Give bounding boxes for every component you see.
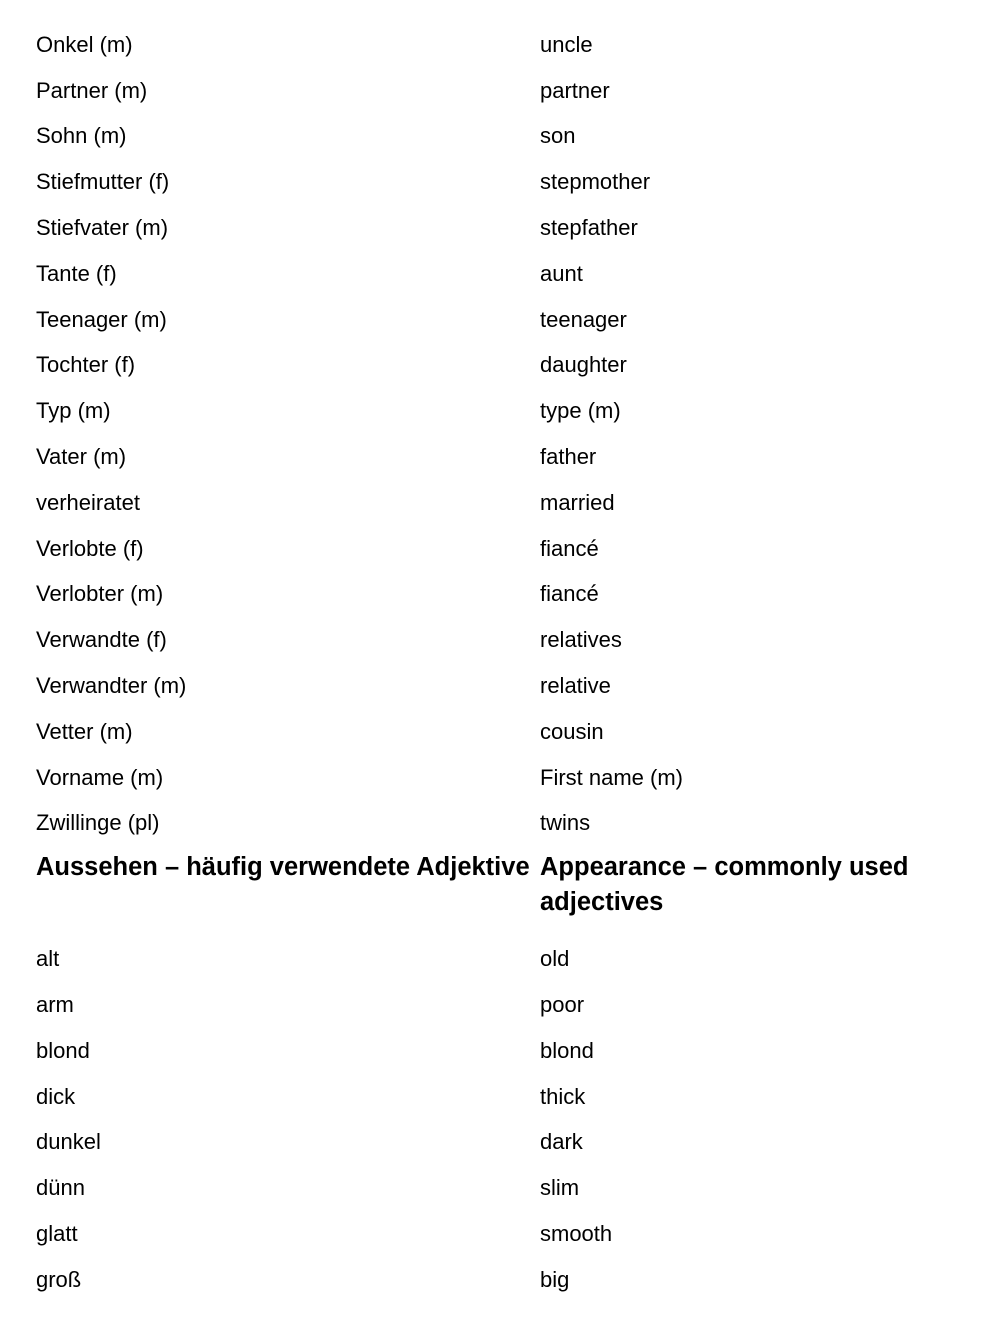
english-translation: daughter: [540, 352, 627, 378]
german-term: glatt: [36, 1221, 78, 1247]
vocab-row: Typ (m) type (m): [36, 388, 966, 434]
german-term: arm: [36, 992, 74, 1018]
vocab-row: Verwandte (f) relatives: [36, 617, 966, 663]
english-translation: partner: [540, 77, 610, 103]
german-term: Verlobte (f): [36, 535, 144, 561]
german-term: alt: [36, 946, 60, 972]
vocab-row: Stiefmutter (f) stepmother: [36, 159, 966, 205]
vocab-row: Vetter (m) cousin: [36, 709, 966, 755]
english-translation: father: [540, 444, 597, 470]
german-term: Stiefmutter (f): [36, 169, 170, 195]
english-translation: slim: [540, 1175, 580, 1201]
vocab-row: arm poor: [36, 982, 966, 1028]
english-translation: poor: [540, 992, 585, 1018]
section-heading: Aussehen – häufig verwendete Adjektive A…: [36, 846, 966, 936]
vocab-row: Vorname (m) First name (m): [36, 755, 966, 801]
vocab-row: dick thick: [36, 1074, 966, 1120]
english-translation: type (m): [540, 398, 621, 424]
vocab-row: Verlobter (m) fiancé: [36, 572, 966, 618]
english-translation: stepfather: [540, 215, 638, 241]
german-term: dick: [36, 1083, 76, 1109]
english-translation: cousin: [540, 718, 604, 744]
german-term: Sohn (m): [36, 123, 127, 149]
german-term: verheiratet: [36, 489, 140, 515]
english-translation: fiancé: [540, 535, 599, 561]
vocab-row: Verwandter (m) relative: [36, 663, 966, 709]
english-translation: blond: [540, 1037, 594, 1063]
vocab-row: Onkel (m) uncle: [36, 22, 966, 68]
english-translation: dark: [540, 1129, 583, 1155]
vocabulary-table: Onkel (m) uncle Partner (m) partner Sohn (m)…: [36, 22, 966, 1303]
german-term: Verwandter (m): [36, 673, 187, 699]
german-term: Vater (m): [36, 444, 127, 470]
vocab-row: alt old: [36, 936, 966, 982]
english-translation: twins: [540, 810, 591, 836]
vocab-row: Stiefvater (m) stepfather: [36, 205, 966, 251]
english-translation: fiancé: [540, 581, 599, 607]
english-translation: big: [540, 1266, 570, 1292]
vocab-row: Tochter (f) daughter: [36, 343, 966, 389]
vocab-row: Teenager (m) teenager: [36, 297, 966, 343]
german-term: Typ (m): [36, 398, 111, 424]
adjective-vocabulary-list: alt old arm poor blond blond dick thick dunkel da…: [36, 936, 966, 1302]
german-term: Vetter (m): [36, 718, 133, 744]
family-vocabulary-list: Onkel (m) uncle Partner (m) partner Sohn (m)…: [36, 22, 966, 846]
vocab-row: groß big: [36, 1257, 966, 1303]
vocab-row: glatt smooth: [36, 1211, 966, 1257]
german-term: groß: [36, 1266, 82, 1292]
vocab-row: verheiratet married: [36, 480, 966, 526]
english-translation: stepmother: [540, 169, 651, 195]
german-term: Zwillinge (pl): [36, 810, 160, 836]
german-term: dunkel: [36, 1129, 101, 1155]
vocab-row: Partner (m) partner: [36, 68, 966, 114]
section-heading-english: Appearance – commonly used adjectives: [540, 853, 909, 917]
vocab-row: Tante (f) aunt: [36, 251, 966, 297]
german-term: Stiefvater (m): [36, 215, 169, 241]
german-term: Vorname (m): [36, 764, 164, 790]
vocab-row: blond blond: [36, 1028, 966, 1074]
vocab-row: dunkel dark: [36, 1120, 966, 1166]
german-term: blond: [36, 1037, 90, 1063]
german-term: Partner (m): [36, 77, 148, 103]
german-term: Tante (f): [36, 260, 117, 286]
english-translation: thick: [540, 1083, 586, 1109]
vocab-row: Sohn (m) son: [36, 114, 966, 160]
english-translation: relatives: [540, 627, 622, 653]
english-translation: uncle: [540, 31, 593, 57]
german-term: Verwandte (f): [36, 627, 167, 653]
english-translation: old: [540, 946, 570, 972]
german-term: Verlobter (m): [36, 581, 164, 607]
english-translation: son: [540, 123, 576, 149]
section-heading-german: Aussehen – häufig verwendete Adjektive: [36, 853, 530, 882]
vocab-row: dünn slim: [36, 1165, 966, 1211]
english-translation: married: [540, 489, 615, 515]
english-translation: relative: [540, 673, 611, 699]
vocab-row: Vater (m) father: [36, 434, 966, 480]
english-translation: aunt: [540, 260, 583, 286]
english-translation: smooth: [540, 1221, 613, 1247]
english-translation: teenager: [540, 306, 627, 332]
german-term: Onkel (m): [36, 31, 133, 57]
german-term: dünn: [36, 1175, 85, 1201]
german-term: Tochter (f): [36, 352, 136, 378]
german-term: Teenager (m): [36, 306, 167, 332]
english-translation: First name (m): [540, 764, 683, 790]
vocab-row: Zwillinge (pl) twins: [36, 801, 966, 847]
vocab-row: Verlobte (f) fiancé: [36, 526, 966, 572]
